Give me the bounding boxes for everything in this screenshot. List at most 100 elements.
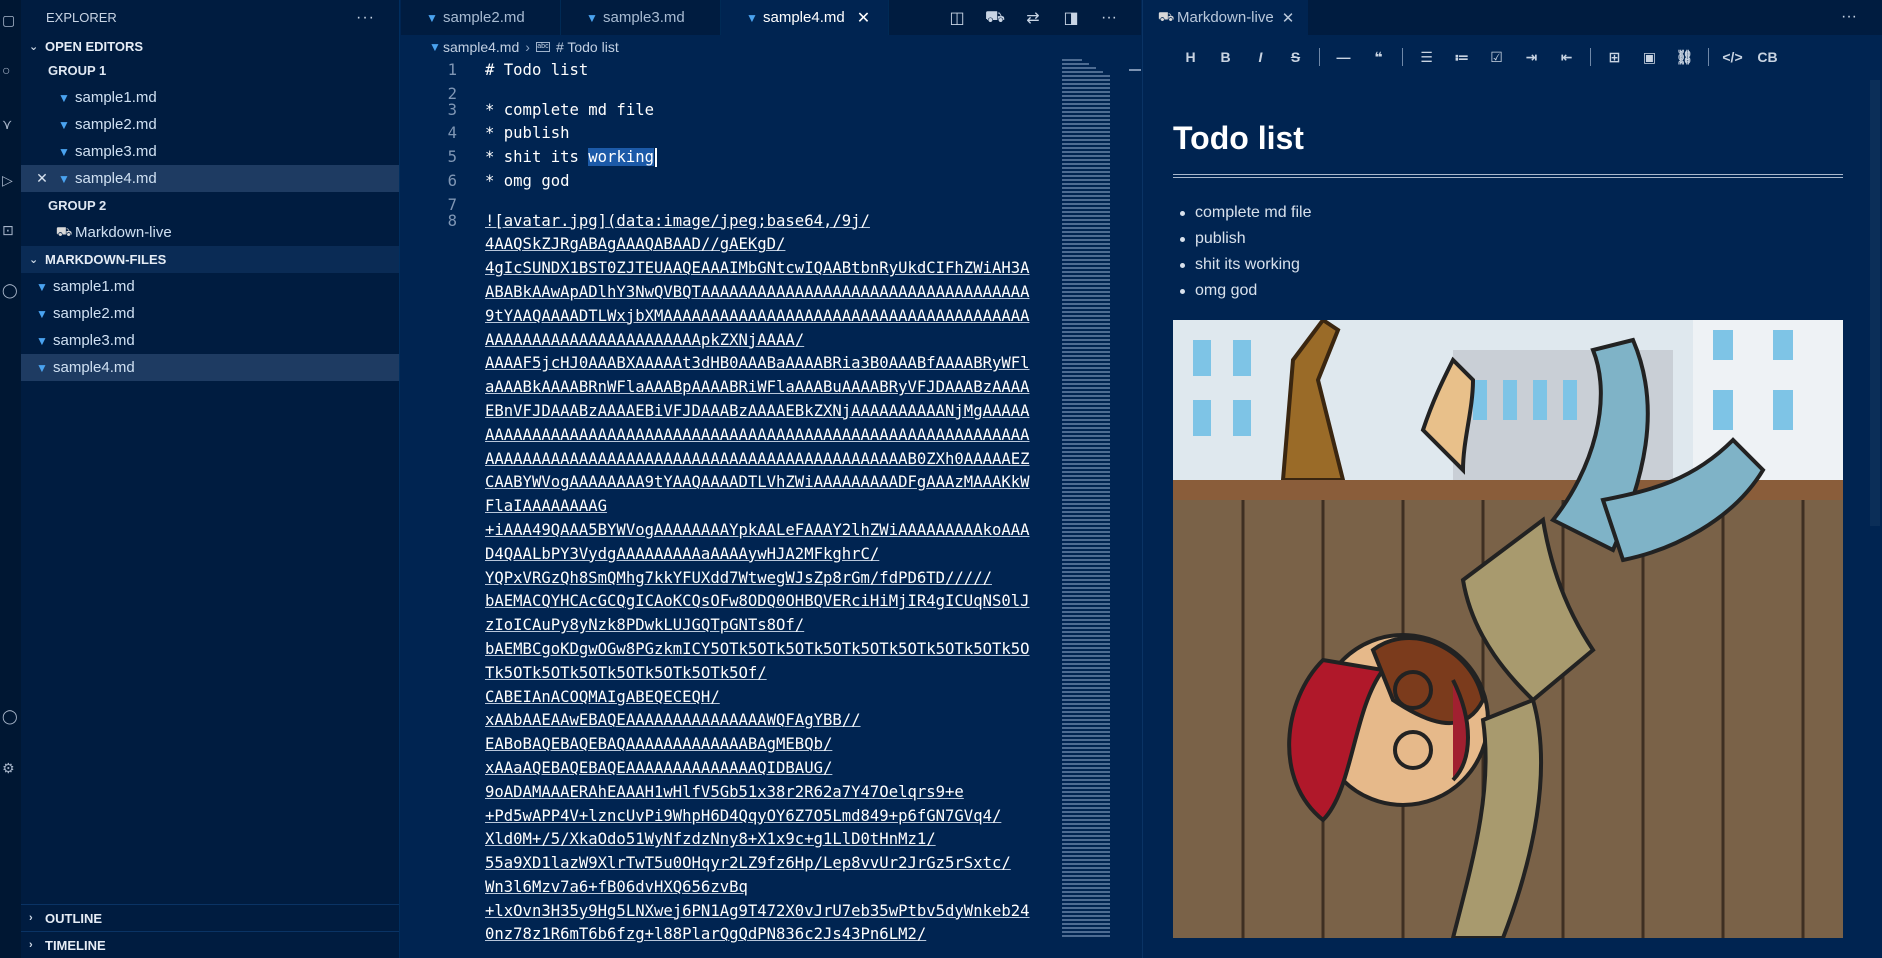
file-sample4[interactable]: ▼ sample4.md (21, 354, 399, 381)
file-sample3[interactable]: ▼ sample3.md (21, 327, 399, 354)
code-line-wrapped[interactable]: EBnVFJDAAABzAAAAEBiVFJDAAABzAAAAEBkZXNjA… (401, 400, 1056, 424)
group-1-label[interactable]: GROUP 1 (21, 57, 399, 84)
open-editor-sample4[interactable]: ✕ ▼ sample4.md (21, 165, 399, 192)
more-actions-icon[interactable]: ··· (356, 9, 375, 27)
timeline-section[interactable]: › TIMELINE (21, 931, 399, 958)
explorer-icon[interactable]: ▢ (2, 12, 18, 28)
code-line-wrapped[interactable]: EABoBAQEBAQEBAQAAAAAAAAAAAAABAgMEBQb/ (401, 733, 1056, 757)
code-line-wrapped[interactable]: AAAAF5jcHJ0AAABXAAAAAt3dHB0AAABaAAAABRia… (401, 352, 1056, 376)
code-line-wrapped[interactable]: 55a9XD1lazW9XlrTwT5u0OHqyr2LZ9fz6Hp/Lep8… (401, 852, 1056, 876)
code-block-button[interactable]: CB (1750, 49, 1785, 65)
link-button[interactable]: ⛓ (1667, 49, 1702, 66)
open-editor-sample2[interactable]: ▼ sample2.md (21, 111, 399, 138)
code-line-wrapped[interactable]: YQPxVRGzQh8SmQMhg7kkYFUXdd7WtwegWJsZp8rG… (401, 567, 1056, 591)
tab-sample4[interactable]: ▼ sample4.md ✕ (721, 0, 890, 35)
quote-button[interactable]: ❝ (1361, 49, 1396, 66)
code-line-wrapped[interactable]: 4AAQSkZJRgABAgAAAQABAAD//gAEKgD/ (401, 233, 1056, 257)
bold-button[interactable]: B (1208, 49, 1243, 65)
open-editor-sample3[interactable]: ▼ sample3.md (21, 138, 399, 165)
code-line-wrapped[interactable]: Wn3l6Mzv7a6+fB06dvHXQ656zvBq (401, 876, 1056, 900)
code-line-wrapped[interactable]: ABABkAAwApADlhY3NwQVBQTAAAAAAAAAAAAAAAAA… (401, 281, 1056, 305)
breadcrumb-symbol[interactable]: # Todo list (556, 39, 619, 55)
code-line[interactable]: 5 * shit its working (401, 146, 1056, 170)
run-debug-icon[interactable]: ▷ (2, 172, 18, 188)
code-line[interactable]: 3 * complete md file (401, 99, 1056, 123)
code-line-wrapped[interactable]: 0nz78z1R6mT6b6fzg+l88PlarQgQdPN836c2Js43… (401, 923, 1056, 947)
code-line-wrapped[interactable]: xAAbAAEAAwEBAQEAAAAAAAAAAAAAAAWQFAgYBB// (401, 709, 1056, 733)
account-icon[interactable]: ◯ (2, 708, 18, 724)
code-line[interactable]: 6 * omg god (401, 170, 1056, 194)
strikethrough-button[interactable]: S (1278, 49, 1313, 65)
open-editor-markdown-live[interactable]: ⛟ Markdown-live (21, 219, 399, 246)
tab-sample2[interactable]: ▼ sample2.md (401, 0, 561, 35)
source-control-icon[interactable]: ⋎ (2, 116, 18, 132)
editor-scrollbar[interactable] (1125, 59, 1141, 958)
file-sample2[interactable]: ▼ sample2.md (21, 300, 399, 327)
markdown-files-section[interactable]: ⌄ MARKDOWN-FILES (21, 246, 399, 273)
image-button[interactable]: ▣ (1632, 49, 1667, 66)
code-line-wrapped[interactable]: AAAAAAAAAAAAAAAAAAAAAAAAAAAAAAAAAAAAAAAA… (401, 448, 1056, 472)
code-line[interactable]: 8 ![avatar.jpg](data:image/jpeg;base64,/9… (401, 210, 1056, 234)
code-line-wrapped[interactable]: 9tYAAQAAAADTLWxjbXMAAAAAAAAAAAAAAAAAAAAA… (401, 305, 1056, 329)
file-sample1[interactable]: ▼ sample1.md (21, 273, 399, 300)
code-line-wrapped[interactable]: bAEMBCgoKDgwOGw8PGzkmICY5OTk5OTk5OTk5OTk… (401, 638, 1056, 662)
code-line-wrapped[interactable]: 9oADAMAAAERAhEAAAH1wHlfV5Gb51x38r2R62a7Y… (401, 781, 1056, 805)
code-line[interactable]: 4 * publish (401, 122, 1056, 146)
settings-gear-icon[interactable]: ⚙ (2, 760, 18, 776)
close-editor-icon[interactable]: ✕ (31, 170, 53, 187)
numbered-list-button[interactable]: ≔ (1444, 49, 1479, 66)
code-line-wrapped[interactable]: CAABYWVogAAAAAAAA9tYAAQAAAADTLVhZWiAAAAA… (401, 471, 1056, 495)
code-line-wrapped[interactable]: FlaIAAAAAAAAG (401, 495, 1056, 519)
close-tab-icon[interactable]: ✕ (1282, 9, 1295, 27)
tab-sample3[interactable]: ▼ sample3.md (561, 0, 721, 35)
markdown-live-icon[interactable]: ⛟ (983, 8, 1007, 28)
code-line-wrapped[interactable]: CABEIAnACOQMAIgABEQECEQH/ (401, 686, 1056, 710)
close-tab-icon[interactable]: ✕ (857, 8, 870, 28)
tab-markdown-live[interactable]: ⛟ Markdown-live ✕ (1143, 0, 1309, 35)
code-line-wrapped[interactable]: Xld0M+/5/XkaOdo51WyNfzdzNny8+X1x9c+g1LlD… (401, 828, 1056, 852)
italic-button[interactable]: I (1243, 49, 1278, 65)
code-line-wrapped[interactable]: D4QAALbPY3VydgAAAAAAAAAaAAAAywHJA2MFkghr… (401, 543, 1056, 567)
code-button[interactable]: </> (1715, 49, 1750, 65)
open-editors-section[interactable]: ⌄ OPEN EDITORS (21, 35, 399, 57)
code-editor[interactable]: 1 # Todo list 2 3 * complete md file 4 * publi… (401, 59, 1056, 958)
code-line-wrapped[interactable]: bAEMACQYHCAcGCQgICAoKCQsOFw8ODQ0OHBQVERc… (401, 590, 1056, 614)
code-line-wrapped[interactable]: zIoICAuPy8yNzk8PDwkLUJGQTpGNTs8Of/ (401, 614, 1056, 638)
code-line-wrapped[interactable]: AAAAAAAAAAAAAAAAAAAAAAAAAAAAAAAAAAAAAAAA… (401, 424, 1056, 448)
indent-button[interactable]: ⇥ (1514, 49, 1549, 66)
code-line-wrapped[interactable]: AAAAAAAAAAAAAAAAAAAAAAApkZXNjAAAA/ (401, 329, 1056, 353)
heading-button[interactable]: H (1173, 49, 1208, 65)
bulleted-list-button[interactable]: ☰ (1409, 49, 1444, 66)
outdent-button[interactable]: ⇤ (1549, 49, 1584, 66)
breadcrumb-file[interactable]: sample4.md (443, 39, 519, 55)
table-button[interactable]: ⊞ (1597, 49, 1632, 66)
code-line[interactable]: 1 # Todo list (401, 59, 1056, 83)
outline-section[interactable]: › OUTLINE (21, 904, 399, 931)
code-line-wrapped[interactable]: +iAAA49QAAA5BYWVogAAAAAAAAYpkAALeFAAAY2l… (401, 519, 1056, 543)
compare-changes-icon[interactable]: ⇄ (1021, 8, 1045, 28)
open-preview-icon[interactable]: ◫ (945, 8, 969, 28)
preview-scrollbar[interactable] (1870, 80, 1880, 526)
code-line-wrapped[interactable]: xAAaAQEBAQEBAQEAAAAAAAAAAAAAAQIDBAUG/ (401, 757, 1056, 781)
minimap[interactable] (1062, 59, 1122, 958)
code-line[interactable]: 2 (401, 83, 1056, 103)
more-actions-icon[interactable]: ··· (1097, 9, 1121, 27)
code-line-wrapped[interactable]: +Pd5wAPP4V+lzncUvPi9WhpH6D4QqyOY6Z7O5Lmd… (401, 805, 1056, 829)
task-list-button[interactable]: ☑ (1479, 49, 1514, 66)
search-icon[interactable]: ○ (2, 62, 18, 78)
extensions-icon[interactable]: ⊡ (2, 222, 18, 238)
open-editor-sample1[interactable]: ▼ sample1.md (21, 84, 399, 111)
minimap-line (1062, 195, 1110, 197)
minimap-line (1062, 935, 1110, 937)
split-editor-icon[interactable]: ◨ (1059, 8, 1083, 28)
scrollbar-thumb[interactable] (1129, 69, 1141, 71)
code-line-wrapped[interactable]: +lxOvn3H35y9Hg5LNXwej6PN1Ag9T472X0vJrU7e… (401, 900, 1056, 924)
code-line[interactable]: 7 (401, 194, 1056, 214)
remote-icon[interactable]: ◯ (2, 282, 18, 298)
code-line-wrapped[interactable]: 4gIcSUNDX1BST0ZJTEUAAQEAAAIMbGNtcwIQAABt… (401, 257, 1056, 281)
more-actions-icon[interactable]: ··· (1841, 8, 1857, 26)
code-line-wrapped[interactable]: Tk5OTk5OTk5OTk5OTk5OTk5OTk5Of/ (401, 662, 1056, 686)
group-2-label[interactable]: GROUP 2 (21, 192, 399, 219)
code-line-wrapped[interactable]: aAAABkAAAABRnWFlaAAABpAAAABRiWFlaAAABuAA… (401, 376, 1056, 400)
horizontal-rule-button[interactable]: — (1326, 49, 1361, 65)
